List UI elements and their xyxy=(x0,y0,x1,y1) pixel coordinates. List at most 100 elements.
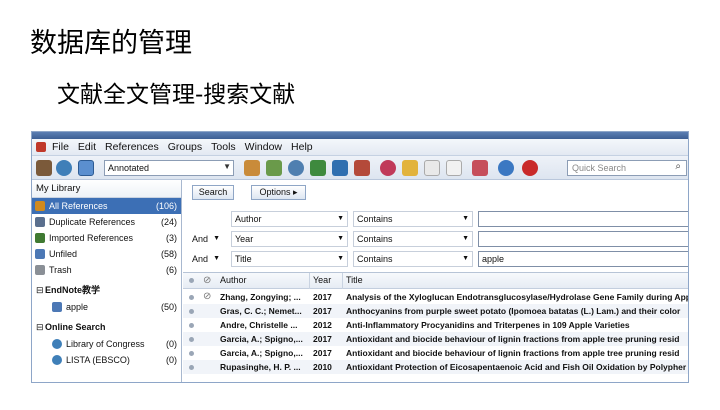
cell-year: 2017 xyxy=(313,306,332,316)
read-status-icon xyxy=(189,365,194,370)
search-row-2: And ▼ Year ▼ Contains ▼ xyxy=(183,231,688,247)
menu-references[interactable]: References xyxy=(105,141,159,153)
sidebar-item-library-of-congress[interactable]: Library of Congress (0) xyxy=(32,336,181,352)
menu-edit[interactable]: Edit xyxy=(78,141,96,153)
group-set-online-search[interactable]: ⊟Online Search xyxy=(32,319,181,336)
cell-title: Anthocyanins from purple sweet potato (I… xyxy=(346,306,681,316)
cell-author: Andre, Christelle ... xyxy=(220,320,298,330)
menu-groups[interactable]: Groups xyxy=(168,141,202,153)
menu-tools[interactable]: Tools xyxy=(211,141,236,153)
collapse-icon[interactable]: ⊟ xyxy=(36,319,45,336)
group-set-endnote[interactable]: ⊟EndNote教学 xyxy=(32,282,181,299)
reference-list-header: ⊘ Author Year Title xyxy=(183,273,688,289)
cell-title: Antioxidant and biocide behaviour of lig… xyxy=(346,334,680,344)
attachment-header-icon: ⊘ xyxy=(203,275,212,286)
operator-select[interactable]: Contains ▼ xyxy=(353,211,473,227)
sidebar-item-apple[interactable]: apple (50) xyxy=(32,299,181,315)
sidebar-item-duplicate-references[interactable]: Duplicate References (24) xyxy=(32,214,181,230)
read-status-icon xyxy=(189,323,194,328)
integrated-library-icon[interactable] xyxy=(78,160,94,176)
sidebar-item-unfiled[interactable]: Unfiled (58) xyxy=(32,246,181,262)
cell-year: 2017 xyxy=(313,334,332,344)
bool-select[interactable]: And ▼ xyxy=(192,252,220,266)
sidebar-item-trash[interactable]: Trash (6) xyxy=(32,262,181,278)
cell-author: Garcia, A.; Spigno,... xyxy=(220,348,303,358)
endnote-window: File Edit References Groups Tools Window… xyxy=(31,131,689,383)
field-select[interactable]: Year ▼ xyxy=(231,231,348,247)
menu-help[interactable]: Help xyxy=(291,141,313,153)
operator-select[interactable]: Contains ▼ xyxy=(353,251,473,267)
quick-search-input[interactable]: Quick Search ⌕ xyxy=(567,160,687,176)
sidebar-item-all-references[interactable]: All References (106) xyxy=(32,198,181,214)
attachment-icon: ⊘ xyxy=(203,291,212,302)
sidebar-header: My Library xyxy=(32,180,181,198)
search-term-input[interactable] xyxy=(478,211,688,227)
read-status-icon xyxy=(189,309,194,314)
export-icon[interactable] xyxy=(332,160,348,176)
read-status-icon xyxy=(189,295,194,300)
window-titlebar xyxy=(32,132,688,139)
local-library-icon[interactable] xyxy=(36,160,52,176)
trash-icon xyxy=(35,265,45,275)
column-author[interactable]: Author xyxy=(220,273,308,288)
menu-window[interactable]: Window xyxy=(245,141,282,153)
sidebar-item-imported-references[interactable]: Imported References (3) xyxy=(32,230,181,246)
sidebar-item-lista-ebsco[interactable]: LISTA (EBSCO) (0) xyxy=(32,352,181,368)
find-full-text-icon[interactable] xyxy=(288,160,304,176)
search-row-1: Author ▼ Contains ▼ xyxy=(183,211,688,227)
endnote-app-icon xyxy=(36,142,46,152)
search-icon[interactable]: ⌕ xyxy=(675,161,681,172)
online-library-icon[interactable] xyxy=(56,160,72,176)
search-panel: Search Options ▸ Author ▼ Contains ▼ And ▼ … xyxy=(183,180,689,382)
cell-title: Anti-Inflammatory Procyanidins and Trite… xyxy=(346,320,630,330)
insert-figure-icon[interactable] xyxy=(424,160,440,176)
field-select[interactable]: Title ▼ xyxy=(231,251,348,267)
sync-icon[interactable] xyxy=(498,160,514,176)
open-file-icon[interactable] xyxy=(402,160,418,176)
all-references-icon xyxy=(35,201,45,211)
email-reference-icon[interactable] xyxy=(472,160,488,176)
search-term-input[interactable]: apple xyxy=(478,251,688,267)
search-button[interactable]: Search xyxy=(192,185,234,200)
insert-citation-icon[interactable] xyxy=(244,160,260,176)
table-row[interactable]: Garcia, A.; Spigno,... 2017 Antioxidant … xyxy=(183,346,688,360)
folder-icon xyxy=(52,302,62,312)
cell-title: Analysis of the Xyloglucan Endotransgluc… xyxy=(346,292,689,302)
library-sidebar: My Library All References (106) Duplicate… xyxy=(32,180,182,382)
read-status-icon xyxy=(189,337,194,342)
cell-author: Rupasinghe, H. P. ... xyxy=(220,362,301,372)
imported-references-icon xyxy=(35,233,45,243)
table-row[interactable]: Gras, C. C.; Nemet... 2017 Anthocyanins … xyxy=(183,304,688,318)
table-row[interactable]: ⊘ Zhang, Zongying; ... 2017 Analysis of … xyxy=(183,290,689,304)
search-term-input[interactable] xyxy=(478,231,688,247)
cell-year: 2017 xyxy=(313,348,332,358)
menu-file[interactable]: File xyxy=(52,141,69,153)
bool-select[interactable]: And ▼ xyxy=(192,232,220,246)
table-row[interactable]: Andre, Christelle ... 2012 Anti-Inflamma… xyxy=(183,318,688,332)
options-button[interactable]: Options ▸ xyxy=(251,185,306,200)
table-row[interactable]: Garcia, A.; Spigno,... 2017 Antioxidant … xyxy=(183,332,688,346)
output-style-select[interactable]: Annotated ▼ xyxy=(104,160,234,176)
collapse-icon[interactable]: ⊟ xyxy=(36,282,45,299)
search-row-3: And ▼ Title ▼ Contains ▼ apple xyxy=(183,251,688,267)
online-search-icon xyxy=(52,355,62,365)
help-icon[interactable] xyxy=(522,160,538,176)
read-status-icon xyxy=(189,351,194,356)
table-row[interactable]: Rupasinghe, H. P. ... 2010 Antioxidant P… xyxy=(183,360,688,374)
column-year[interactable]: Year xyxy=(313,273,343,288)
layout-icon[interactable] xyxy=(446,160,462,176)
cell-year: 2017 xyxy=(313,292,332,302)
import-icon[interactable] xyxy=(310,160,326,176)
duplicate-references-icon xyxy=(35,217,45,227)
reference-list: ⊘ Author Year Title ⊘ Zhang, Zongying; .… xyxy=(183,272,689,382)
toolbar: Annotated ▼ Quick Search ⌕ xyxy=(32,156,688,180)
cell-year: 2010 xyxy=(313,362,332,372)
format-bibliography-icon[interactable] xyxy=(266,160,282,176)
unfiled-icon xyxy=(35,249,45,259)
online-search-icon xyxy=(52,339,62,349)
column-title[interactable]: Title xyxy=(346,273,688,288)
operator-select[interactable]: Contains ▼ xyxy=(353,231,473,247)
field-select[interactable]: Author ▼ xyxy=(231,211,348,227)
open-link-icon[interactable] xyxy=(380,160,396,176)
new-reference-icon[interactable] xyxy=(354,160,370,176)
